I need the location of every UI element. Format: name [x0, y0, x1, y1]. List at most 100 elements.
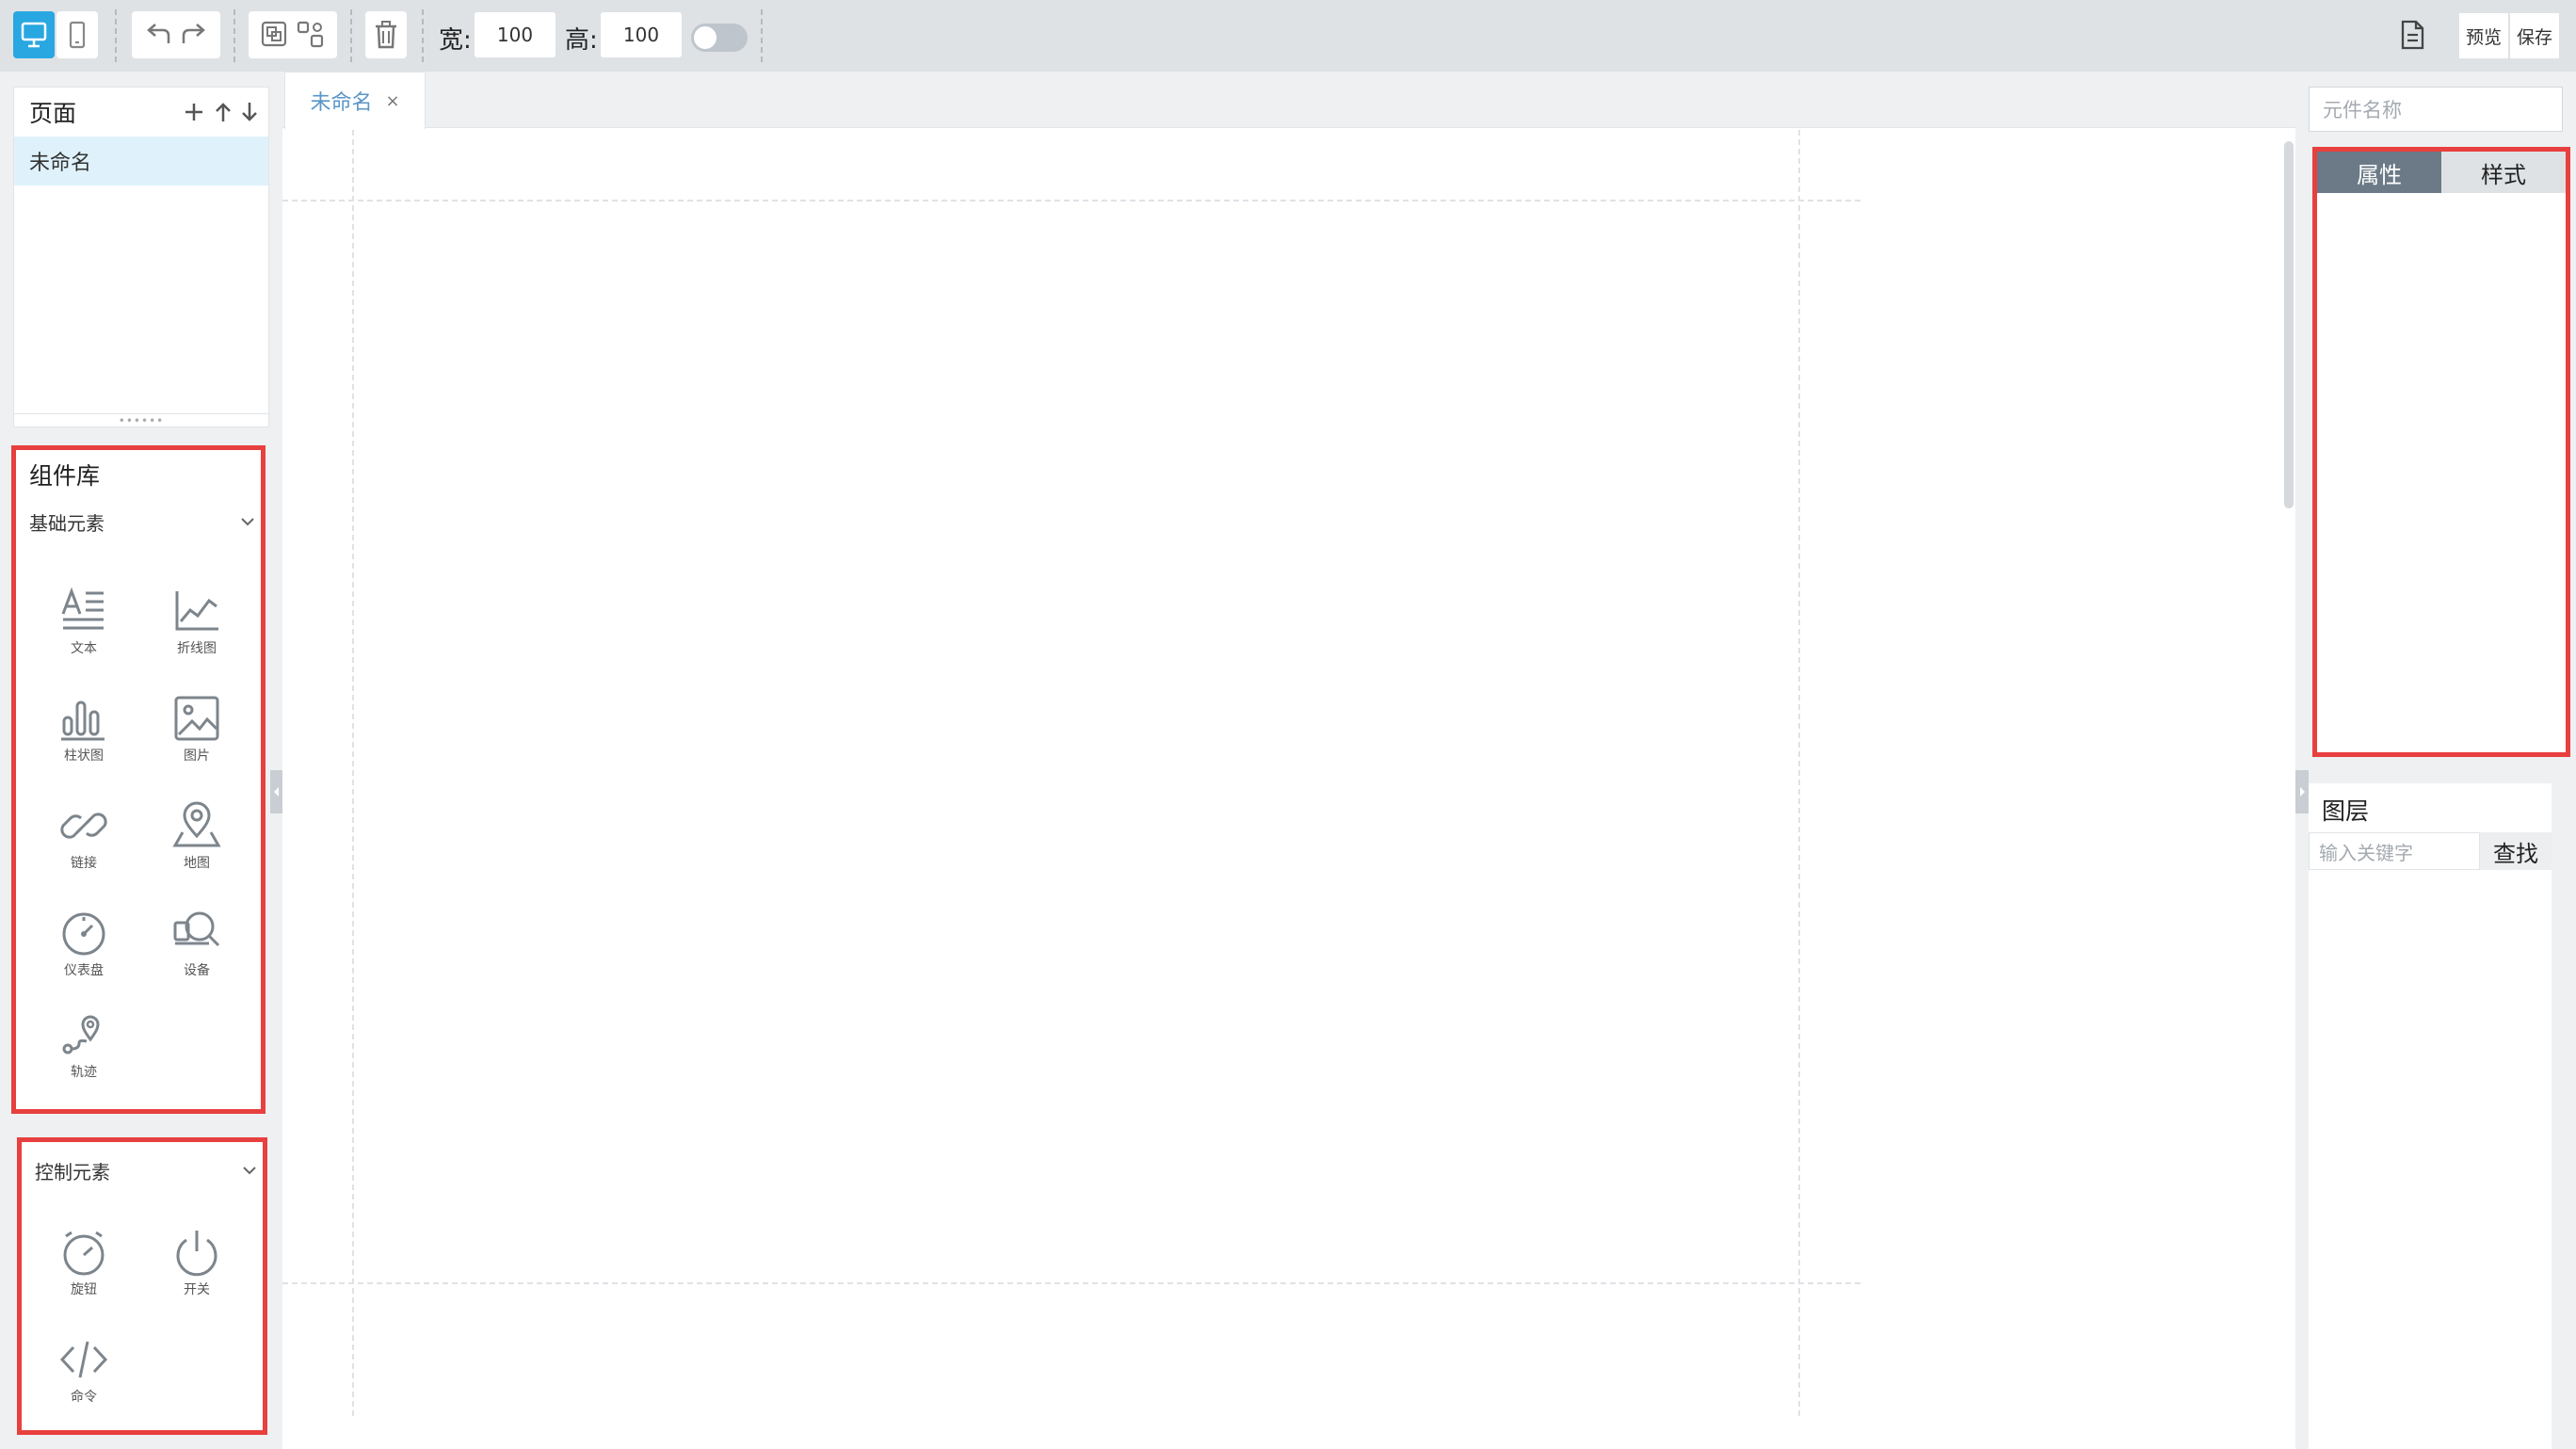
- preview-button[interactable]: 预览: [2459, 13, 2508, 58]
- canvas-tabbar: 未命名 ×: [282, 72, 2295, 129]
- pages-title: 页面: [29, 100, 77, 127]
- redo-icon[interactable]: [176, 21, 210, 49]
- guide-line-top: [282, 200, 1860, 201]
- undo-redo-group: [132, 11, 220, 58]
- device-icon: [173, 911, 220, 947]
- width-input[interactable]: 100: [475, 12, 555, 57]
- height-input[interactable]: 100: [601, 12, 682, 57]
- power-icon: [176, 1231, 217, 1277]
- toolbar-separator: [422, 9, 424, 62]
- line-chart-icon: [175, 591, 218, 631]
- basic-elements-group[interactable]: 基础元素: [16, 497, 261, 546]
- control-elements-group[interactable]: 控制元素: [22, 1148, 263, 1193]
- height-label: 高:: [565, 26, 598, 55]
- tab-style[interactable]: 样式: [2441, 152, 2566, 193]
- image-icon: [174, 696, 219, 741]
- component-map[interactable]: 地图: [150, 800, 244, 872]
- component-name-input[interactable]: 元件名称: [2309, 87, 2563, 132]
- layers-search-input[interactable]: 输入关键字: [2309, 832, 2480, 870]
- component-library-control: 控制元素 旋钮 开关 命令: [17, 1137, 267, 1435]
- monitor-icon: [21, 22, 47, 48]
- track-icon: [62, 1015, 100, 1055]
- component-label: 旋钮: [71, 1282, 97, 1297]
- component-knob[interactable]: 旋钮: [37, 1227, 131, 1298]
- component-label: 命令: [71, 1390, 97, 1405]
- snap-toggle[interactable]: [691, 24, 748, 52]
- group-icon[interactable]: [257, 19, 293, 51]
- component-command[interactable]: 命令: [37, 1334, 131, 1406]
- toggle-knob: [694, 26, 716, 49]
- component-label: 图片: [184, 749, 210, 764]
- component-label: 链接: [71, 856, 97, 871]
- link-icon: [60, 813, 107, 839]
- group-ungroup-group: [249, 11, 337, 58]
- left-panel-collapse[interactable]: [270, 770, 283, 813]
- control-elements-label: 控制元素: [35, 1160, 110, 1183]
- component-dashboard[interactable]: 仪表盘: [37, 908, 131, 979]
- undo-icon[interactable]: [142, 21, 176, 49]
- tab-label: 未命名: [310, 91, 373, 115]
- toolbar-separator: [761, 9, 763, 62]
- tab-untitled[interactable]: 未命名 ×: [284, 72, 426, 129]
- tab-properties[interactable]: 属性: [2317, 152, 2441, 193]
- pages-panel: 页面 未命名 ••••••: [13, 87, 269, 427]
- component-line-chart[interactable]: 折线图: [150, 586, 244, 657]
- component-switch[interactable]: 开关: [150, 1227, 244, 1298]
- component-text[interactable]: 文本: [37, 586, 131, 657]
- layers-title: 图层: [2322, 797, 2370, 825]
- properties-tabs: 属性 样式: [2317, 152, 2566, 193]
- save-button[interactable]: 保存: [2510, 13, 2559, 58]
- component-label: 地图: [184, 856, 210, 871]
- dashboard-icon: [62, 912, 105, 956]
- library-title: 组件库: [29, 462, 101, 490]
- add-page-icon[interactable]: [182, 97, 206, 125]
- ungroup-icon[interactable]: [293, 19, 329, 51]
- code-icon: [59, 1341, 108, 1378]
- move-down-icon[interactable]: [240, 97, 259, 125]
- width-label: 宽:: [439, 26, 472, 55]
- component-image[interactable]: 图片: [150, 693, 244, 765]
- toolbar-separator: [233, 9, 235, 62]
- resize-handle[interactable]: ••••••: [14, 413, 268, 427]
- bar-chart-icon: [61, 700, 105, 741]
- component-label: 设备: [184, 963, 210, 978]
- chevron-right-icon: [2300, 787, 2305, 797]
- canvas-area[interactable]: 未命名 ×: [282, 72, 2295, 1449]
- phone-icon: [69, 21, 86, 49]
- layers-panel: 图层 输入关键字 查找: [2309, 783, 2552, 1449]
- guide-line-left: [352, 130, 354, 1416]
- toolbar-separator: [350, 9, 352, 62]
- right-panel: 元件名称 属性 样式 图层 输入关键字 查找: [2309, 72, 2576, 1449]
- component-label: 折线图: [177, 641, 217, 656]
- component-label: 柱状图: [64, 749, 104, 764]
- layers-search: 输入关键字 查找: [2309, 832, 2552, 870]
- mobile-mode-button[interactable]: [56, 11, 98, 58]
- component-link[interactable]: 链接: [37, 800, 131, 872]
- pages-actions: [182, 97, 259, 125]
- close-icon[interactable]: ×: [385, 91, 399, 111]
- chevron-down-icon: [243, 1167, 256, 1175]
- page-item[interactable]: 未命名: [14, 137, 268, 185]
- toolbar: 宽: 100 高: 100 预览 保存: [0, 0, 2576, 72]
- desktop-mode-button[interactable]: [13, 11, 55, 58]
- component-bar-chart[interactable]: 柱状图: [37, 693, 131, 765]
- delete-button[interactable]: [365, 11, 407, 58]
- basic-elements-label: 基础元素: [29, 511, 105, 535]
- right-panel-collapse[interactable]: [2295, 770, 2309, 813]
- layers-search-button[interactable]: 查找: [2480, 832, 2552, 870]
- component-library-basic: 组件库 基础元素 文本 折线图 柱状图 图片 链接 地图 仪表盘 设备 轨迹: [11, 445, 266, 1114]
- editor-app: 宽: 100 高: 100 预览 保存 页面 未命名 •••••• 组件库 基础…: [0, 0, 2576, 1449]
- component-track[interactable]: 轨迹: [37, 1009, 131, 1081]
- component-device[interactable]: 设备: [150, 908, 244, 979]
- canvas-scrollbar[interactable]: [2284, 141, 2294, 508]
- map-icon: [172, 801, 221, 847]
- text-icon: [61, 587, 104, 630]
- toolbar-separator: [115, 9, 117, 62]
- document-button[interactable]: [2391, 11, 2433, 58]
- pages-header: 页面: [14, 88, 268, 137]
- trash-icon: [376, 21, 396, 49]
- guide-line-bottom: [282, 1282, 1860, 1284]
- move-up-icon[interactable]: [214, 97, 233, 125]
- chevron-down-icon: [241, 518, 254, 526]
- chevron-left-icon: [274, 787, 279, 797]
